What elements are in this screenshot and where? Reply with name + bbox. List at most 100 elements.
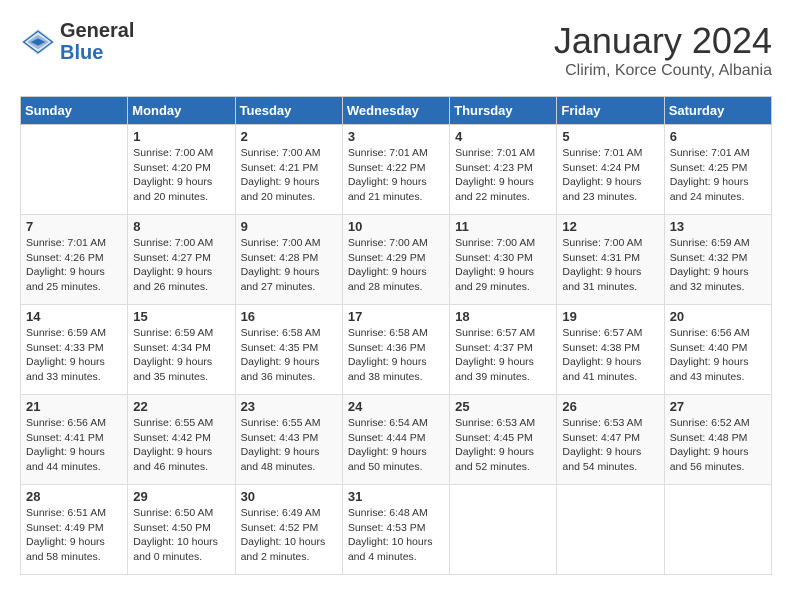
week-row-1: 1Sunrise: 7:00 AMSunset: 4:20 PMDaylight… — [21, 125, 772, 215]
day-info: Sunrise: 6:56 AMSunset: 4:41 PMDaylight:… — [26, 416, 122, 475]
day-cell: 1Sunrise: 7:00 AMSunset: 4:20 PMDaylight… — [128, 125, 235, 215]
logo: General Blue — [20, 20, 134, 64]
day-cell: 8Sunrise: 7:00 AMSunset: 4:27 PMDaylight… — [128, 215, 235, 305]
month-year: January 2024 — [554, 20, 772, 62]
day-info: Sunrise: 7:00 AMSunset: 4:28 PMDaylight:… — [241, 236, 337, 295]
header-cell-saturday: Saturday — [664, 97, 771, 125]
page-header: General Blue January 2024 Clirim, Korce … — [20, 20, 772, 80]
day-cell: 21 Sunrise: 6:56 AMSunset: 4:41 PMDayligh… — [21, 395, 128, 485]
day-cell: 16 Sunrise: 6:58 AMSunset: 4:35 PMDayligh… — [235, 305, 342, 395]
day-info: Sunrise: 6:48 AMSunset: 4:53 PMDaylight:… — [348, 506, 444, 565]
day-number: 17 — [348, 309, 444, 324]
day-info: Sunrise: 7:01 AMSunset: 4:23 PMDaylight:… — [455, 146, 551, 205]
header-cell-tuesday: Tuesday — [235, 97, 342, 125]
day-number: 22 — [133, 399, 229, 414]
title-area: January 2024 Clirim, Korce County, Alban… — [554, 20, 772, 80]
day-number: 23 — [241, 399, 337, 414]
day-cell: 2Sunrise: 7:00 AMSunset: 4:21 PMDaylight… — [235, 125, 342, 215]
day-number: 2 — [241, 129, 337, 144]
day-cell: 24Sunrise: 6:54 AMSunset: 4:44 PMDayligh… — [342, 395, 449, 485]
day-number: 10 — [348, 219, 444, 234]
day-cell — [21, 125, 128, 215]
day-number: 12 — [562, 219, 658, 234]
day-number: 9 — [241, 219, 337, 234]
day-number: 3 — [348, 129, 444, 144]
day-cell: 31 Sunrise: 6:48 AMSunset: 4:53 PMDayligh… — [342, 485, 449, 575]
day-cell: 25 Sunrise: 6:53 AMSunset: 4:45 PMDayligh… — [450, 395, 557, 485]
day-cell: 5Sunrise: 7:01 AMSunset: 4:24 PMDaylight… — [557, 125, 664, 215]
day-info: Sunrise: 6:58 AMSunset: 4:36 PMDaylight:… — [348, 326, 444, 385]
logo-general: General — [60, 20, 134, 42]
day-info: Sunrise: 6:53 AMSunset: 4:45 PMDaylight:… — [455, 416, 551, 475]
day-number: 20 — [670, 309, 766, 324]
day-number: 8 — [133, 219, 229, 234]
day-number: 29 — [133, 489, 229, 504]
day-info: Sunrise: 7:00 AMSunset: 4:20 PMDaylight:… — [133, 146, 229, 205]
header-cell-thursday: Thursday — [450, 97, 557, 125]
day-info: Sunrise: 6:52 AMSunset: 4:48 PMDaylight:… — [670, 416, 766, 475]
day-info: Sunrise: 6:57 AMSunset: 4:38 PMDaylight:… — [562, 326, 658, 385]
day-cell: 13 Sunrise: 6:59 AMSunset: 4:32 PMDayligh… — [664, 215, 771, 305]
day-cell: 28 Sunrise: 6:51 AMSunset: 4:49 PMDayligh… — [21, 485, 128, 575]
day-cell: 12 Sunrise: 7:00 AMSunset: 4:31 PMDayligh… — [557, 215, 664, 305]
day-cell: 19 Sunrise: 6:57 AMSunset: 4:38 PMDayligh… — [557, 305, 664, 395]
day-number: 4 — [455, 129, 551, 144]
header-row: SundayMondayTuesdayWednesdayThursdayFrid… — [21, 97, 772, 125]
day-info: Sunrise: 7:00 AMSunset: 4:29 PMDaylight:… — [348, 236, 444, 295]
header-cell-wednesday: Wednesday — [342, 97, 449, 125]
day-number: 31 — [348, 489, 444, 504]
day-info: Sunrise: 6:54 AMSunset: 4:44 PMDaylight:… — [348, 416, 444, 475]
day-cell: 4 Sunrise: 7:01 AMSunset: 4:23 PMDaylight… — [450, 125, 557, 215]
header-cell-monday: Monday — [128, 97, 235, 125]
day-cell: 30 Sunrise: 6:49 AMSunset: 4:52 PMDayligh… — [235, 485, 342, 575]
week-row-2: 7Sunrise: 7:01 AMSunset: 4:26 PMDaylight… — [21, 215, 772, 305]
day-info: Sunrise: 7:00 AMSunset: 4:31 PMDaylight:… — [562, 236, 658, 295]
day-number: 15 — [133, 309, 229, 324]
day-number: 28 — [26, 489, 122, 504]
day-cell: 26Sunrise: 6:53 AMSunset: 4:47 PMDayligh… — [557, 395, 664, 485]
day-cell: 14 Sunrise: 6:59 AMSunset: 4:33 PMDayligh… — [21, 305, 128, 395]
day-number: 30 — [241, 489, 337, 504]
logo-icon — [20, 24, 56, 60]
day-info: Sunrise: 6:59 AMSunset: 4:33 PMDaylight:… — [26, 326, 122, 385]
day-info: Sunrise: 6:59 AMSunset: 4:34 PMDaylight:… — [133, 326, 229, 385]
day-info: Sunrise: 6:56 AMSunset: 4:40 PMDaylight:… — [670, 326, 766, 385]
day-number: 25 — [455, 399, 551, 414]
day-number: 13 — [670, 219, 766, 234]
week-row-3: 14 Sunrise: 6:59 AMSunset: 4:33 PMDayligh… — [21, 305, 772, 395]
logo-blue: Blue — [60, 42, 134, 64]
day-cell: 22Sunrise: 6:55 AMSunset: 4:42 PMDayligh… — [128, 395, 235, 485]
day-cell — [557, 485, 664, 575]
week-row-5: 28 Sunrise: 6:51 AMSunset: 4:49 PMDayligh… — [21, 485, 772, 575]
day-number: 14 — [26, 309, 122, 324]
day-number: 19 — [562, 309, 658, 324]
day-cell — [664, 485, 771, 575]
day-info: Sunrise: 6:55 AMSunset: 4:43 PMDaylight:… — [241, 416, 337, 475]
day-info: Sunrise: 6:58 AMSunset: 4:35 PMDaylight:… — [241, 326, 337, 385]
day-info: Sunrise: 7:01 AMSunset: 4:25 PMDaylight:… — [670, 146, 766, 205]
day-number: 5 — [562, 129, 658, 144]
calendar-table: SundayMondayTuesdayWednesdayThursdayFrid… — [20, 96, 772, 575]
day-number: 18 — [455, 309, 551, 324]
day-number: 26 — [562, 399, 658, 414]
day-cell: 27 Sunrise: 6:52 AMSunset: 4:48 PMDayligh… — [664, 395, 771, 485]
day-cell: 23 Sunrise: 6:55 AMSunset: 4:43 PMDayligh… — [235, 395, 342, 485]
day-number: 21 — [26, 399, 122, 414]
day-number: 27 — [670, 399, 766, 414]
header-cell-sunday: Sunday — [21, 97, 128, 125]
day-cell: 29 Sunrise: 6:50 AMSunset: 4:50 PMDayligh… — [128, 485, 235, 575]
day-cell: 6Sunrise: 7:01 AMSunset: 4:25 PMDaylight… — [664, 125, 771, 215]
day-cell: 20 Sunrise: 6:56 AMSunset: 4:40 PMDayligh… — [664, 305, 771, 395]
day-info: Sunrise: 6:49 AMSunset: 4:52 PMDaylight:… — [241, 506, 337, 565]
header-cell-friday: Friday — [557, 97, 664, 125]
day-info: Sunrise: 6:57 AMSunset: 4:37 PMDaylight:… — [455, 326, 551, 385]
day-info: Sunrise: 7:00 AMSunset: 4:30 PMDaylight:… — [455, 236, 551, 295]
day-info: Sunrise: 6:59 AMSunset: 4:32 PMDaylight:… — [670, 236, 766, 295]
day-cell — [450, 485, 557, 575]
day-number: 7 — [26, 219, 122, 234]
day-cell: 9 Sunrise: 7:00 AMSunset: 4:28 PMDaylight… — [235, 215, 342, 305]
day-info: Sunrise: 6:50 AMSunset: 4:50 PMDaylight:… — [133, 506, 229, 565]
day-cell: 17 Sunrise: 6:58 AMSunset: 4:36 PMDayligh… — [342, 305, 449, 395]
day-number: 16 — [241, 309, 337, 324]
day-info: Sunrise: 6:51 AMSunset: 4:49 PMDaylight:… — [26, 506, 122, 565]
